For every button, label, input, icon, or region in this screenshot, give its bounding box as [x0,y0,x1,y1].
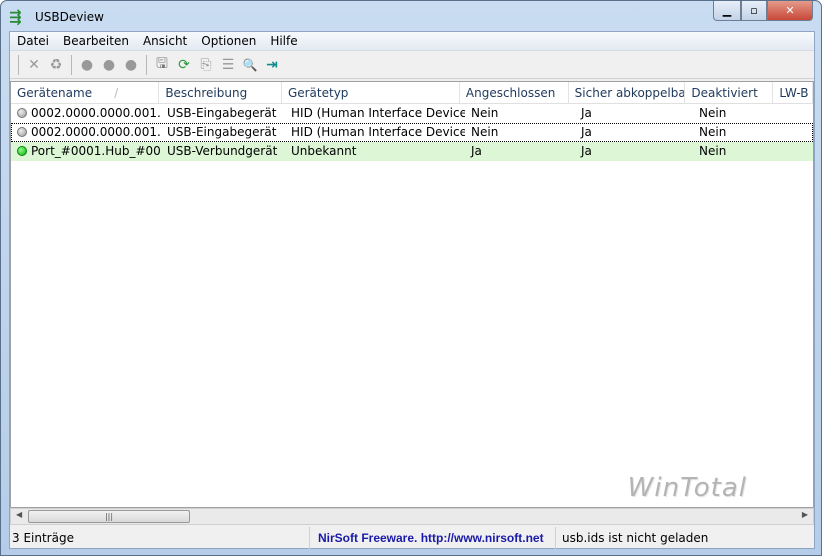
menu-ansicht[interactable]: Ansicht [136,34,194,48]
cell-deaktiviert: Nein [699,144,727,158]
window-title: USBDeview [35,10,104,24]
column-header-angeschlossen[interactable]: Angeschlossen [460,82,569,103]
enable-icon[interactable]: ● [98,54,120,76]
watermark: WinTotal [627,473,747,503]
find-icon[interactable]: 🔍 [239,54,261,76]
cell-sicher: Ja [581,125,592,139]
toolbar-separator [146,54,147,75]
status-count: 3 Einträge [10,527,310,549]
maximize-button[interactable]: ▫ [741,1,767,21]
table-row[interactable]: Port_#0001.Hub_#0001 USB-Verbundgerät Un… [11,142,813,161]
exit-icon[interactable]: ⇥ [261,54,283,76]
scroll-right-icon[interactable]: ▶ [802,510,808,519]
cell-geraetetyp: HID (Human Interface Device) [291,106,465,120]
status-led-icon [17,108,27,118]
cell-beschreibung: USB-Eingabegerät [167,125,277,139]
copy-icon[interactable]: ⎘ [195,54,217,76]
cell-geraetename: 0002.0000.0000.001.00... [31,106,161,120]
cell-sicher: Ja [581,144,592,158]
cell-sicher: Ja [581,106,592,120]
device-list[interactable]: Gerätename / Beschreibung Gerätetyp Anges… [10,81,814,508]
status-led-icon [17,146,27,156]
table-row[interactable]: 0002.0000.0000.001.00... USB-Eingabegerä… [11,123,813,142]
column-header-geraetetyp[interactable]: Gerätetyp [282,82,460,103]
cell-deaktiviert: Nein [699,106,727,120]
minimize-button[interactable]: ▁ [713,1,741,21]
status-led-icon [17,127,27,137]
column-header-deaktiviert[interactable]: Deaktiviert [685,82,774,103]
disable-icon[interactable]: ● [76,54,98,76]
usb-icon: ⇶ [9,8,22,26]
status-bar: 3 Einträge NirSoft Freeware. http://www.… [10,527,814,549]
list-header: Gerätename / Beschreibung Gerätetyp Anges… [11,82,813,104]
menu-hilfe[interactable]: Hilfe [263,34,304,48]
properties-icon[interactable]: ☰ [217,54,239,76]
table-row[interactable]: 0002.0000.0000.001.00... USB-Eingabegerä… [11,104,813,123]
column-header-geraetename[interactable]: Gerätename / [11,82,160,103]
cell-angeschlossen: Ja [471,144,482,158]
menu-optionen[interactable]: Optionen [194,34,263,48]
status-freeware-link[interactable]: NirSoft Freeware. http://www.nirsoft.net [310,527,556,549]
menu-datei[interactable]: Datei [10,34,56,48]
cell-angeschlossen: Nein [471,125,499,139]
toolbar-separator [18,54,19,75]
sort-indicator: / [114,86,119,100]
cell-geraetename: Port_#0001.Hub_#0001 [31,144,161,158]
menu-bearbeiten[interactable]: Bearbeiten [56,34,136,48]
toolbar-separator [71,54,72,75]
disconnect-icon[interactable]: ● [120,54,142,76]
horizontal-scrollbar[interactable]: ◀ ||| ▶ [10,508,814,525]
status-usbids: usb.ids ist nicht geladen [562,531,709,545]
cell-deaktiviert: Nein [699,125,727,139]
column-header-beschreibung[interactable]: Beschreibung [159,82,282,103]
toolbar: ✕ ♻ ● ● ● 🖫 ⟳ ⎘ ☰ 🔍 ⇥ [10,51,814,79]
scroll-left-icon[interactable]: ◀ [16,510,22,519]
cell-beschreibung: USB-Verbundgerät [167,144,278,158]
column-header-sicher-abkoppelbar[interactable]: Sicher abkoppelbar [569,82,686,103]
refresh-icon[interactable]: ⟳ [173,54,195,76]
save-icon[interactable]: 🖫 [151,54,173,76]
cell-geraetetyp: HID (Human Interface Device) [291,125,465,139]
column-label: Gerätename [17,86,93,100]
cell-beschreibung: USB-Eingabegerät [167,106,277,120]
close-button[interactable]: ✕ [767,1,813,21]
scrollbar-thumb[interactable]: ||| [28,510,190,523]
column-header-lw-b[interactable]: LW-B [773,82,813,103]
menu-bar: Datei Bearbeiten Ansicht Optionen Hilfe [10,32,814,51]
client-area: Datei Bearbeiten Ansicht Optionen Hilfe … [9,31,815,549]
cell-angeschlossen: Nein [471,106,499,120]
delete-icon[interactable]: ✕ [23,54,45,76]
title-bar: ⇶ USBDeview [9,6,104,28]
cell-geraetetyp: Unbekannt [291,144,357,158]
app-window: ⇶ USBDeview ▁ ▫ ✕ Datei Bearbeiten Ansic… [0,0,822,556]
cell-geraetename: 0002.0000.0000.001.00... [31,125,161,139]
uninstall-icon[interactable]: ♻ [45,54,67,76]
